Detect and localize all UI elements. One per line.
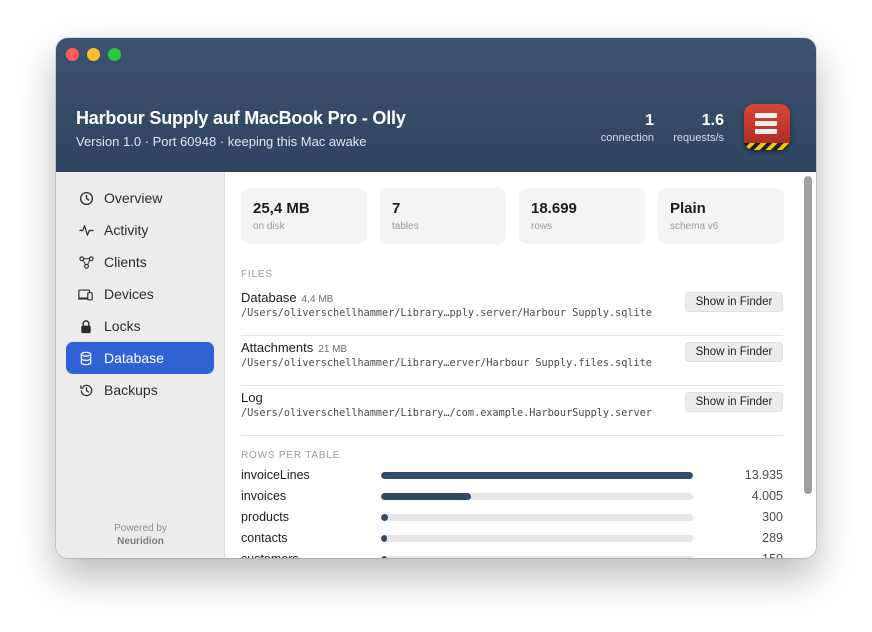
row-count-bar — [381, 556, 693, 558]
row-count-fill — [381, 535, 388, 542]
backup-icon — [78, 382, 94, 398]
sidebar-item-backups[interactable]: Backups — [66, 374, 214, 406]
sidebar-item-database[interactable]: Database — [66, 342, 214, 374]
row-count-fill — [381, 556, 388, 558]
sidebar-item-activity[interactable]: Activity — [66, 214, 214, 246]
requests-value: 1.6 — [701, 112, 724, 129]
connections-value: 1 — [645, 112, 654, 129]
clients-icon — [78, 254, 94, 270]
powered-by: Powered by Neuridion — [56, 522, 225, 548]
header: Harbour Supply auf MacBook Pro - Olly Ve… — [56, 38, 816, 172]
table-row: invoiceLines 13.935 — [241, 466, 783, 487]
rows-per-table-heading: ROWS PER TABLE — [241, 450, 341, 461]
page-subtitle: Version 1.0 · Port 60948 · keeping this … — [76, 134, 367, 149]
row-count-bar — [381, 472, 693, 479]
file-name: Log — [241, 390, 263, 405]
card-label: schema v6 — [670, 221, 719, 232]
sidebar-item-label: Database — [104, 350, 164, 366]
powered-by-label: Powered by — [114, 523, 167, 534]
card-value: 18.699 — [531, 200, 577, 217]
row-count-fill — [381, 472, 693, 479]
file-row-attachments: Attachments 21 MB /Users/oliverschellhamm… — [241, 336, 783, 386]
row-count: 4.005 — [751, 489, 783, 503]
card-value: 7 — [392, 200, 401, 217]
card-value: 25,4 MB — [253, 200, 310, 217]
zoom-window-button[interactable] — [108, 48, 121, 61]
card-label: tables — [392, 221, 419, 232]
sidebar-item-label: Overview — [104, 190, 163, 206]
activity-icon — [78, 222, 94, 238]
table-row: invoices 4.005 — [241, 487, 783, 508]
card-label: on disk — [253, 221, 285, 232]
table-row: products 300 — [241, 508, 783, 529]
table-name: invoiceLines — [241, 468, 310, 482]
page-title: Harbour Supply auf MacBook Pro - Olly — [76, 108, 406, 128]
summary-card-tables: 7 tables — [380, 188, 506, 244]
file-size: 21 MB — [318, 344, 348, 355]
row-count: 289 — [762, 531, 783, 545]
sidebar-item-label: Locks — [104, 318, 141, 334]
show-in-finder-button[interactable]: Show in Finder — [685, 342, 783, 362]
row-count-bar — [381, 535, 693, 542]
sidebar-item-clients[interactable]: Clients — [66, 246, 214, 278]
file-path: /Users/oliverschellhammer/Library…pply.s… — [241, 308, 652, 319]
files-heading: FILES — [241, 269, 273, 280]
sidebar: Overview Activity Clients Devices Locks — [56, 172, 225, 558]
row-count-fill — [381, 493, 471, 500]
database-icon — [78, 350, 94, 366]
table-row: contacts 289 — [241, 529, 783, 550]
file-size: 4,4 MB — [301, 294, 334, 305]
sidebar-item-locks[interactable]: Locks — [66, 310, 214, 342]
card-value: Plain — [670, 200, 706, 217]
table-name: products — [241, 510, 289, 524]
close-window-button[interactable] — [66, 48, 79, 61]
server-app-icon — [744, 104, 790, 150]
show-in-finder-button[interactable]: Show in Finder — [685, 292, 783, 312]
table-name: customers — [241, 552, 299, 558]
file-row-log: Log /Users/oliverschellhammer/Library…/c… — [241, 386, 783, 436]
row-count-fill — [381, 514, 388, 521]
brand-name: Neuridion — [117, 536, 164, 547]
row-count: 13.935 — [744, 468, 783, 482]
table-name: contacts — [241, 531, 288, 545]
file-name: Database — [241, 290, 297, 305]
sidebar-item-devices[interactable]: Devices — [66, 278, 214, 310]
minimize-window-button[interactable] — [87, 48, 100, 61]
summary-card-size: 25,4 MB on disk — [241, 188, 367, 244]
card-label: rows — [531, 221, 553, 232]
requests-stat: 1.6 requests/s — [673, 112, 724, 144]
file-path: /Users/oliverschellhammer/Library…/com.e… — [241, 408, 652, 419]
show-in-finder-button[interactable]: Show in Finder — [685, 392, 783, 412]
row-count-bar — [381, 514, 693, 521]
table-row: customers 150 — [241, 550, 783, 558]
connections-label: connection — [600, 132, 654, 144]
file-row-database: Database 4,4 MB /Users/oliverschellhammer… — [241, 286, 783, 336]
clock-icon — [78, 190, 94, 206]
requests-label: requests/s — [673, 132, 724, 144]
sidebar-item-overview[interactable]: Overview — [66, 182, 214, 214]
sidebar-item-label: Clients — [104, 254, 147, 270]
file-name: Attachments — [241, 340, 314, 355]
main-content[interactable]: 25,4 MB on disk 7 tables 18.699 rows Pla… — [225, 172, 816, 558]
file-path: /Users/oliverschellhammer/Library…erver/… — [241, 358, 652, 369]
table-name: invoices — [241, 489, 287, 503]
summary-card-rows: 18.699 rows — [519, 188, 645, 244]
lock-icon — [78, 318, 94, 334]
row-count: 300 — [762, 510, 783, 524]
window-controls — [66, 48, 121, 61]
row-count-bar — [381, 493, 693, 500]
sidebar-item-label: Activity — [104, 222, 149, 238]
sidebar-item-label: Backups — [104, 382, 158, 398]
connections-stat: 1 connection — [601, 112, 654, 144]
devices-icon — [78, 286, 94, 302]
scrollbar[interactable] — [804, 176, 812, 494]
app-window: Harbour Supply auf MacBook Pro - Olly Ve… — [56, 38, 816, 558]
summary-card-schema: Plain schema v6 — [658, 188, 784, 244]
sidebar-item-label: Devices — [104, 286, 154, 302]
row-count: 150 — [762, 552, 783, 558]
